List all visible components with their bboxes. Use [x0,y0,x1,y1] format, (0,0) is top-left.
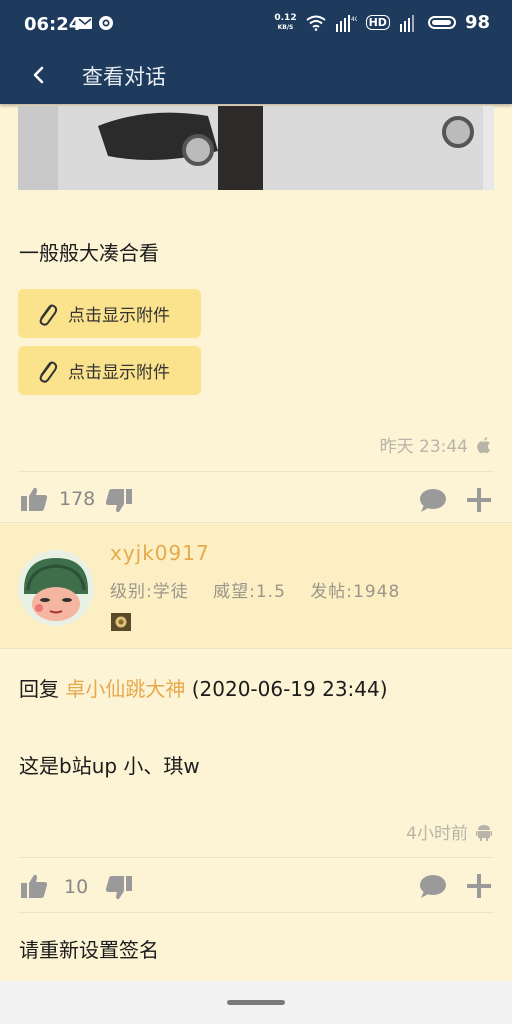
app-bar: 查看对话 [0,48,512,104]
reply-date: (2020-06-19 23:44) [191,677,388,701]
app-notification-icon [99,16,113,30]
comment-icon[interactable] [418,873,448,899]
user-level: 级别:学徒 [110,582,189,602]
post-time-text: 昨天 23:44 [379,437,468,457]
badge-icon [111,613,131,631]
signal-bars-icon [399,14,414,32]
add-icon[interactable] [466,487,492,513]
divider [0,522,512,523]
post-actions: 178 [0,480,512,520]
reply-time-text: 4小时前 [406,824,468,844]
status-time: 06:24 [24,14,82,35]
post-image-content [18,106,494,190]
thumbs-down-icon[interactable] [105,875,133,901]
attachment-label: 点击显示附件 [68,306,170,326]
like-count: 178 [59,488,96,510]
post-body: 一般般大凑合看 [19,241,159,265]
divider [18,857,494,858]
net-speed-value: 0.12 [274,12,297,23]
divider [0,648,512,649]
avatar-image [18,550,94,626]
battery-icon [427,16,456,29]
home-handle[interactable] [227,1000,285,1005]
android-icon [476,824,492,841]
wifi-icon [305,15,326,31]
reply-time: 4小时前 [406,819,492,844]
paperclip-icon [39,360,58,383]
signature: 请重新设置签名 [19,938,159,962]
gesture-nav-bar [0,981,512,1024]
page-title: 查看对话 [82,65,166,89]
divider [18,471,494,472]
add-icon[interactable] [466,873,492,899]
status-bar: 06:24 0.12 KB/S 4G HD 98 [0,0,512,48]
user-posts: 发帖:1948 [310,582,401,602]
paperclip-icon [39,303,58,326]
reply-actions: 10 [0,867,512,907]
reply-body: 这是b站up 小、琪w [19,754,200,778]
comment-icon[interactable] [418,487,448,513]
post-image[interactable] [18,106,494,190]
back-arrow-icon[interactable] [26,60,56,90]
signal-4g-icon: 4G [335,14,357,32]
attachment-label: 点击显示附件 [68,363,170,383]
like-count: 10 [64,876,89,898]
net-speed: 0.12 KB/S [274,12,297,32]
attachment-button-1[interactable]: 点击显示附件 [18,289,201,338]
user-prestige: 威望:1.5 [213,582,286,602]
post-time: 昨天 23:44 [380,432,492,457]
reply-prefix: 回复 [19,677,59,701]
hd-indicator: HD [365,15,390,30]
mail-icon [78,17,92,29]
username[interactable]: xyjk0917 [110,541,210,565]
apple-icon [477,436,490,453]
avatar[interactable] [18,550,94,626]
status-indicators: 0.12 KB/S 4G HD 98 [274,12,490,33]
user-badge [111,613,131,631]
reply-to-link[interactable]: 卓小仙跳大神 [65,677,185,701]
svg-text:4G: 4G [351,16,357,23]
attachment-button-2[interactable]: 点击显示附件 [18,346,201,395]
thumbs-down-icon[interactable] [105,488,133,514]
battery-level: 98 [464,12,490,33]
reply-reference: 回复 卓小仙跳大神 (2020-06-19 23:44) [19,673,388,702]
thumbs-up-icon[interactable] [20,486,48,512]
user-meta: 级别:学徒 威望:1.5 发帖:1948 [110,577,418,602]
net-speed-unit: KB/S [277,23,294,31]
divider [18,912,494,913]
thumbs-up-icon[interactable] [20,873,48,899]
